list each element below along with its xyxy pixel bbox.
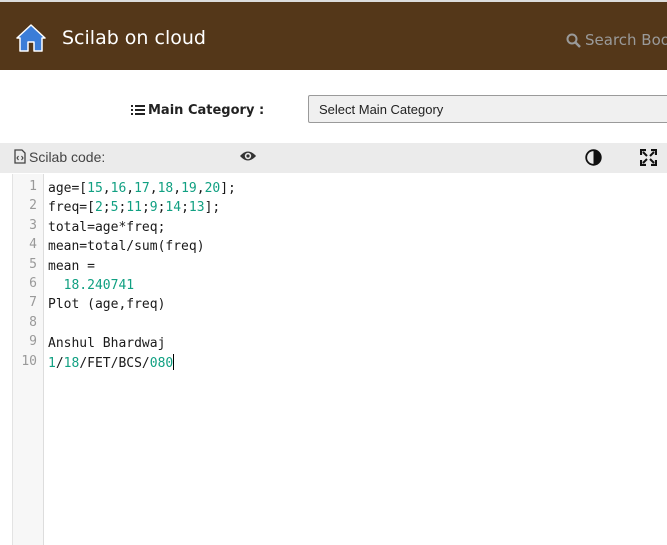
code-number-token: 11 [126,200,142,216]
code-token: , [196,181,205,196]
search-box[interactable]: Search Boo [566,31,667,49]
line-number: 2 [29,198,37,214]
code-number-token: 18.240741 [63,278,135,293]
code-token: , [126,181,135,196]
code-number-token: 18 [157,181,174,196]
search-icon [566,33,581,48]
code-editor[interactable]: 1 2 3 4 5 6 7 8 9 10 age=[15,16,17,18,19,20]; freq… [12,174,659,545]
line-number: 7 [29,295,37,311]
scilab-code-text: Scilab code: [29,149,106,165]
code-token: ; [141,200,150,216]
line-number: 3 [29,217,37,233]
site-title[interactable]: Scilab on cloud [62,27,206,49]
code-token: / [55,355,64,371]
code-number-token: 1 [48,355,56,371]
code-number-token: 18 [63,355,80,371]
code-line[interactable]: 1/18/FET/BCS/080 [48,353,175,373]
code-token: ]; [204,200,221,216]
code-token: mean=total/sum(freq) [48,239,205,255]
code-token: /FET/BCS/ [79,355,150,371]
code-line[interactable]: age=[15,16,17,18,19,20]; [48,179,236,198]
code-token: Anshul Bhardwaj [48,336,166,352]
text-cursor [173,353,175,370]
code-toolbar: Scilab code: [0,143,667,173]
code-token: ; [102,200,111,216]
code-number-token: 17 [134,181,150,196]
line-number: 10 [21,353,37,369]
line-number: 9 [29,334,37,350]
code-number-token: 14 [165,200,182,216]
main-category-select[interactable]: Select Main Category [308,95,667,123]
code-file-icon [14,149,26,164]
scilab-code-label: Scilab code: [14,149,105,165]
fullscreen-icon[interactable] [640,149,657,166]
code-line[interactable]: Plot (age,freq) [48,295,165,314]
top-navbar: Scilab on cloud Search Boo [0,0,667,70]
code-number-token: 2 [94,200,103,216]
code-token: ]; [220,181,236,196]
eye-icon[interactable] [239,150,257,162]
code-number-token: 080 [149,355,174,371]
code-number-token: 20 [204,181,221,196]
main-category-row: Main Category : Select Main Category [0,95,667,125]
code-line[interactable]: freq=[2;5;11;9;14;13]; [48,198,220,217]
contrast-toggle-icon[interactable] [585,149,602,166]
code-token: age=[ [48,181,88,196]
code-token: freq=[ [48,200,95,216]
main-category-text: Main Category : [148,103,265,118]
main-category-label: Main Category : [131,103,264,118]
code-line[interactable]: 18.240741 [48,276,134,295]
line-number: 1 [29,179,37,194]
code-token: , [149,181,158,196]
code-token: ; [181,200,189,216]
line-number-gutter: 1 2 3 4 5 6 7 8 9 10 [13,174,44,545]
list-icon [131,105,145,115]
code-line[interactable]: mean=total/sum(freq) [48,237,205,256]
code-line[interactable]: mean = [48,257,95,276]
code-number-token: 16 [110,181,127,196]
line-number: 6 [29,276,37,291]
search-placeholder: Search Boo [585,31,667,49]
code-number-token: 19 [181,181,197,196]
line-number: 4 [29,237,37,253]
code-number-token: 9 [149,200,158,216]
home-icon[interactable] [16,23,46,53]
code-line[interactable]: Anshul Bhardwaj [48,334,165,353]
code-number-token: 15 [87,181,103,196]
line-number: 5 [29,256,37,272]
code-token: , [102,181,111,196]
code-token: Plot (age,freq) [48,297,166,313]
code-number-token: 13 [188,200,205,216]
code-token: mean = [48,258,95,274]
line-number: 8 [29,314,37,330]
code-token: total=age*freq; [48,219,166,235]
code-line[interactable]: total=age*freq; [48,218,165,237]
code-token: , [173,181,182,196]
